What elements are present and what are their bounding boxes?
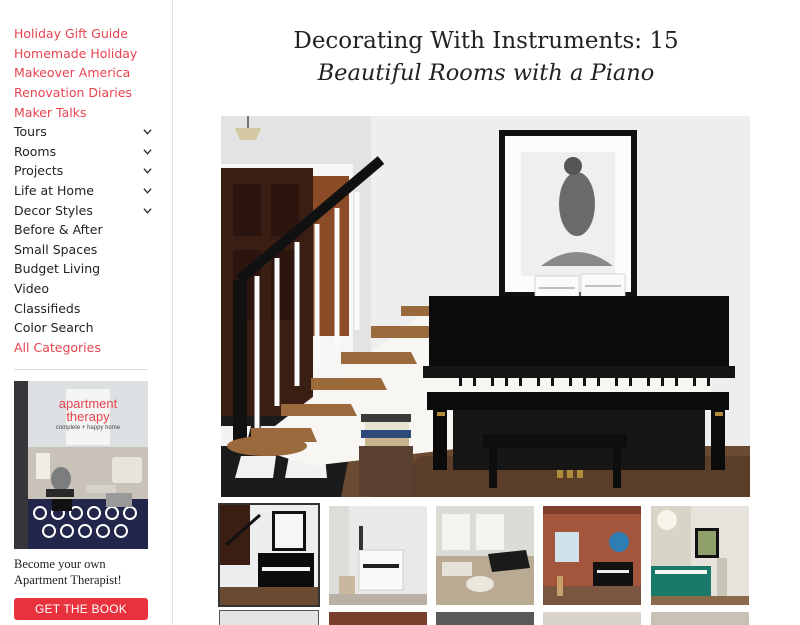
- nav-color-search[interactable]: Color Search: [14, 318, 156, 338]
- nav-renovation-diaries[interactable]: Renovation Diaries: [14, 83, 156, 103]
- nav-homemade-holiday[interactable]: Homemade Holiday: [14, 44, 156, 64]
- nav-life-at-home[interactable]: Life at Home: [14, 181, 156, 201]
- sidebar-nav: Holiday Gift Guide Homemade Holiday Make…: [14, 24, 156, 357]
- sidebar: Holiday Gift Guide Homemade Holiday Make…: [0, 0, 173, 625]
- chevron-down-icon[interactable]: [143, 186, 152, 195]
- nav-budget-living[interactable]: Budget Living: [14, 259, 156, 279]
- nav-decor-styles-label: Decor Styles: [14, 202, 93, 218]
- title-line-1: Decorating With Instruments: 15: [293, 28, 679, 54]
- nav-video[interactable]: Video: [14, 279, 156, 299]
- chevron-down-icon[interactable]: [143, 127, 152, 136]
- promo-text: Become your own Apartment Therapist!: [14, 557, 122, 587]
- chevron-down-icon[interactable]: [143, 206, 152, 215]
- book-cover: apartment therapy complete + happy home: [28, 381, 148, 549]
- sidebar-divider: [14, 369, 148, 370]
- thumbnail-row2-3[interactable]: [436, 612, 534, 625]
- get-the-book-button[interactable]: GET THE BOOK: [14, 598, 148, 620]
- thumbnail-living-grand-piano[interactable]: [436, 506, 534, 605]
- title-line-2: Beautiful Rooms with a Piano: [317, 60, 655, 86]
- thumbnail-white-piano[interactable]: [329, 506, 427, 605]
- book-cover-image[interactable]: apartment therapy complete + happy home: [14, 381, 148, 549]
- nav-rooms-label: Rooms: [14, 143, 57, 159]
- nav-tours[interactable]: Tours: [14, 122, 156, 142]
- nav-decor-styles[interactable]: Decor Styles: [14, 200, 156, 220]
- book-title-line2: therapy: [66, 409, 110, 424]
- nav-rooms[interactable]: Rooms: [14, 142, 156, 162]
- nav-projects-label: Projects: [14, 163, 64, 179]
- nav-holiday-gift-guide[interactable]: Holiday Gift Guide: [14, 24, 156, 44]
- hero-image[interactable]: [221, 116, 750, 497]
- book-title: apartment therapy: [28, 397, 148, 423]
- thumbnail-piano-room[interactable]: [218, 503, 320, 607]
- nav-maker-talks[interactable]: Maker Talks: [14, 102, 156, 122]
- nav-classifieds[interactable]: Classifieds: [14, 298, 156, 318]
- book-subtitle: complete + happy home: [55, 425, 121, 431]
- thumbnail-row2-2[interactable]: [329, 612, 427, 625]
- chevron-down-icon[interactable]: [143, 147, 152, 156]
- nav-before-after[interactable]: Before & After: [14, 220, 156, 240]
- chevron-down-icon[interactable]: [143, 166, 152, 175]
- thumbnail-brick-loft[interactable]: [543, 506, 641, 605]
- page-title: Decorating With Instruments: 15 Beautifu…: [200, 24, 772, 88]
- nav-all-categories[interactable]: All Categories: [14, 338, 156, 358]
- thumbnail-row2-4[interactable]: [543, 612, 641, 625]
- thumbnail-row2-5[interactable]: [651, 612, 749, 625]
- nav-makeover-america[interactable]: Makeover America: [14, 63, 156, 83]
- book-spine: [14, 381, 28, 549]
- nav-projects[interactable]: Projects: [14, 161, 156, 181]
- nav-small-spaces[interactable]: Small Spaces: [14, 240, 156, 260]
- thumbnail-green-piano[interactable]: [651, 506, 749, 605]
- nav-tours-label: Tours: [14, 124, 47, 140]
- nav-life-at-home-label: Life at Home: [14, 183, 94, 199]
- thumbnail-row2-1[interactable]: [219, 610, 319, 625]
